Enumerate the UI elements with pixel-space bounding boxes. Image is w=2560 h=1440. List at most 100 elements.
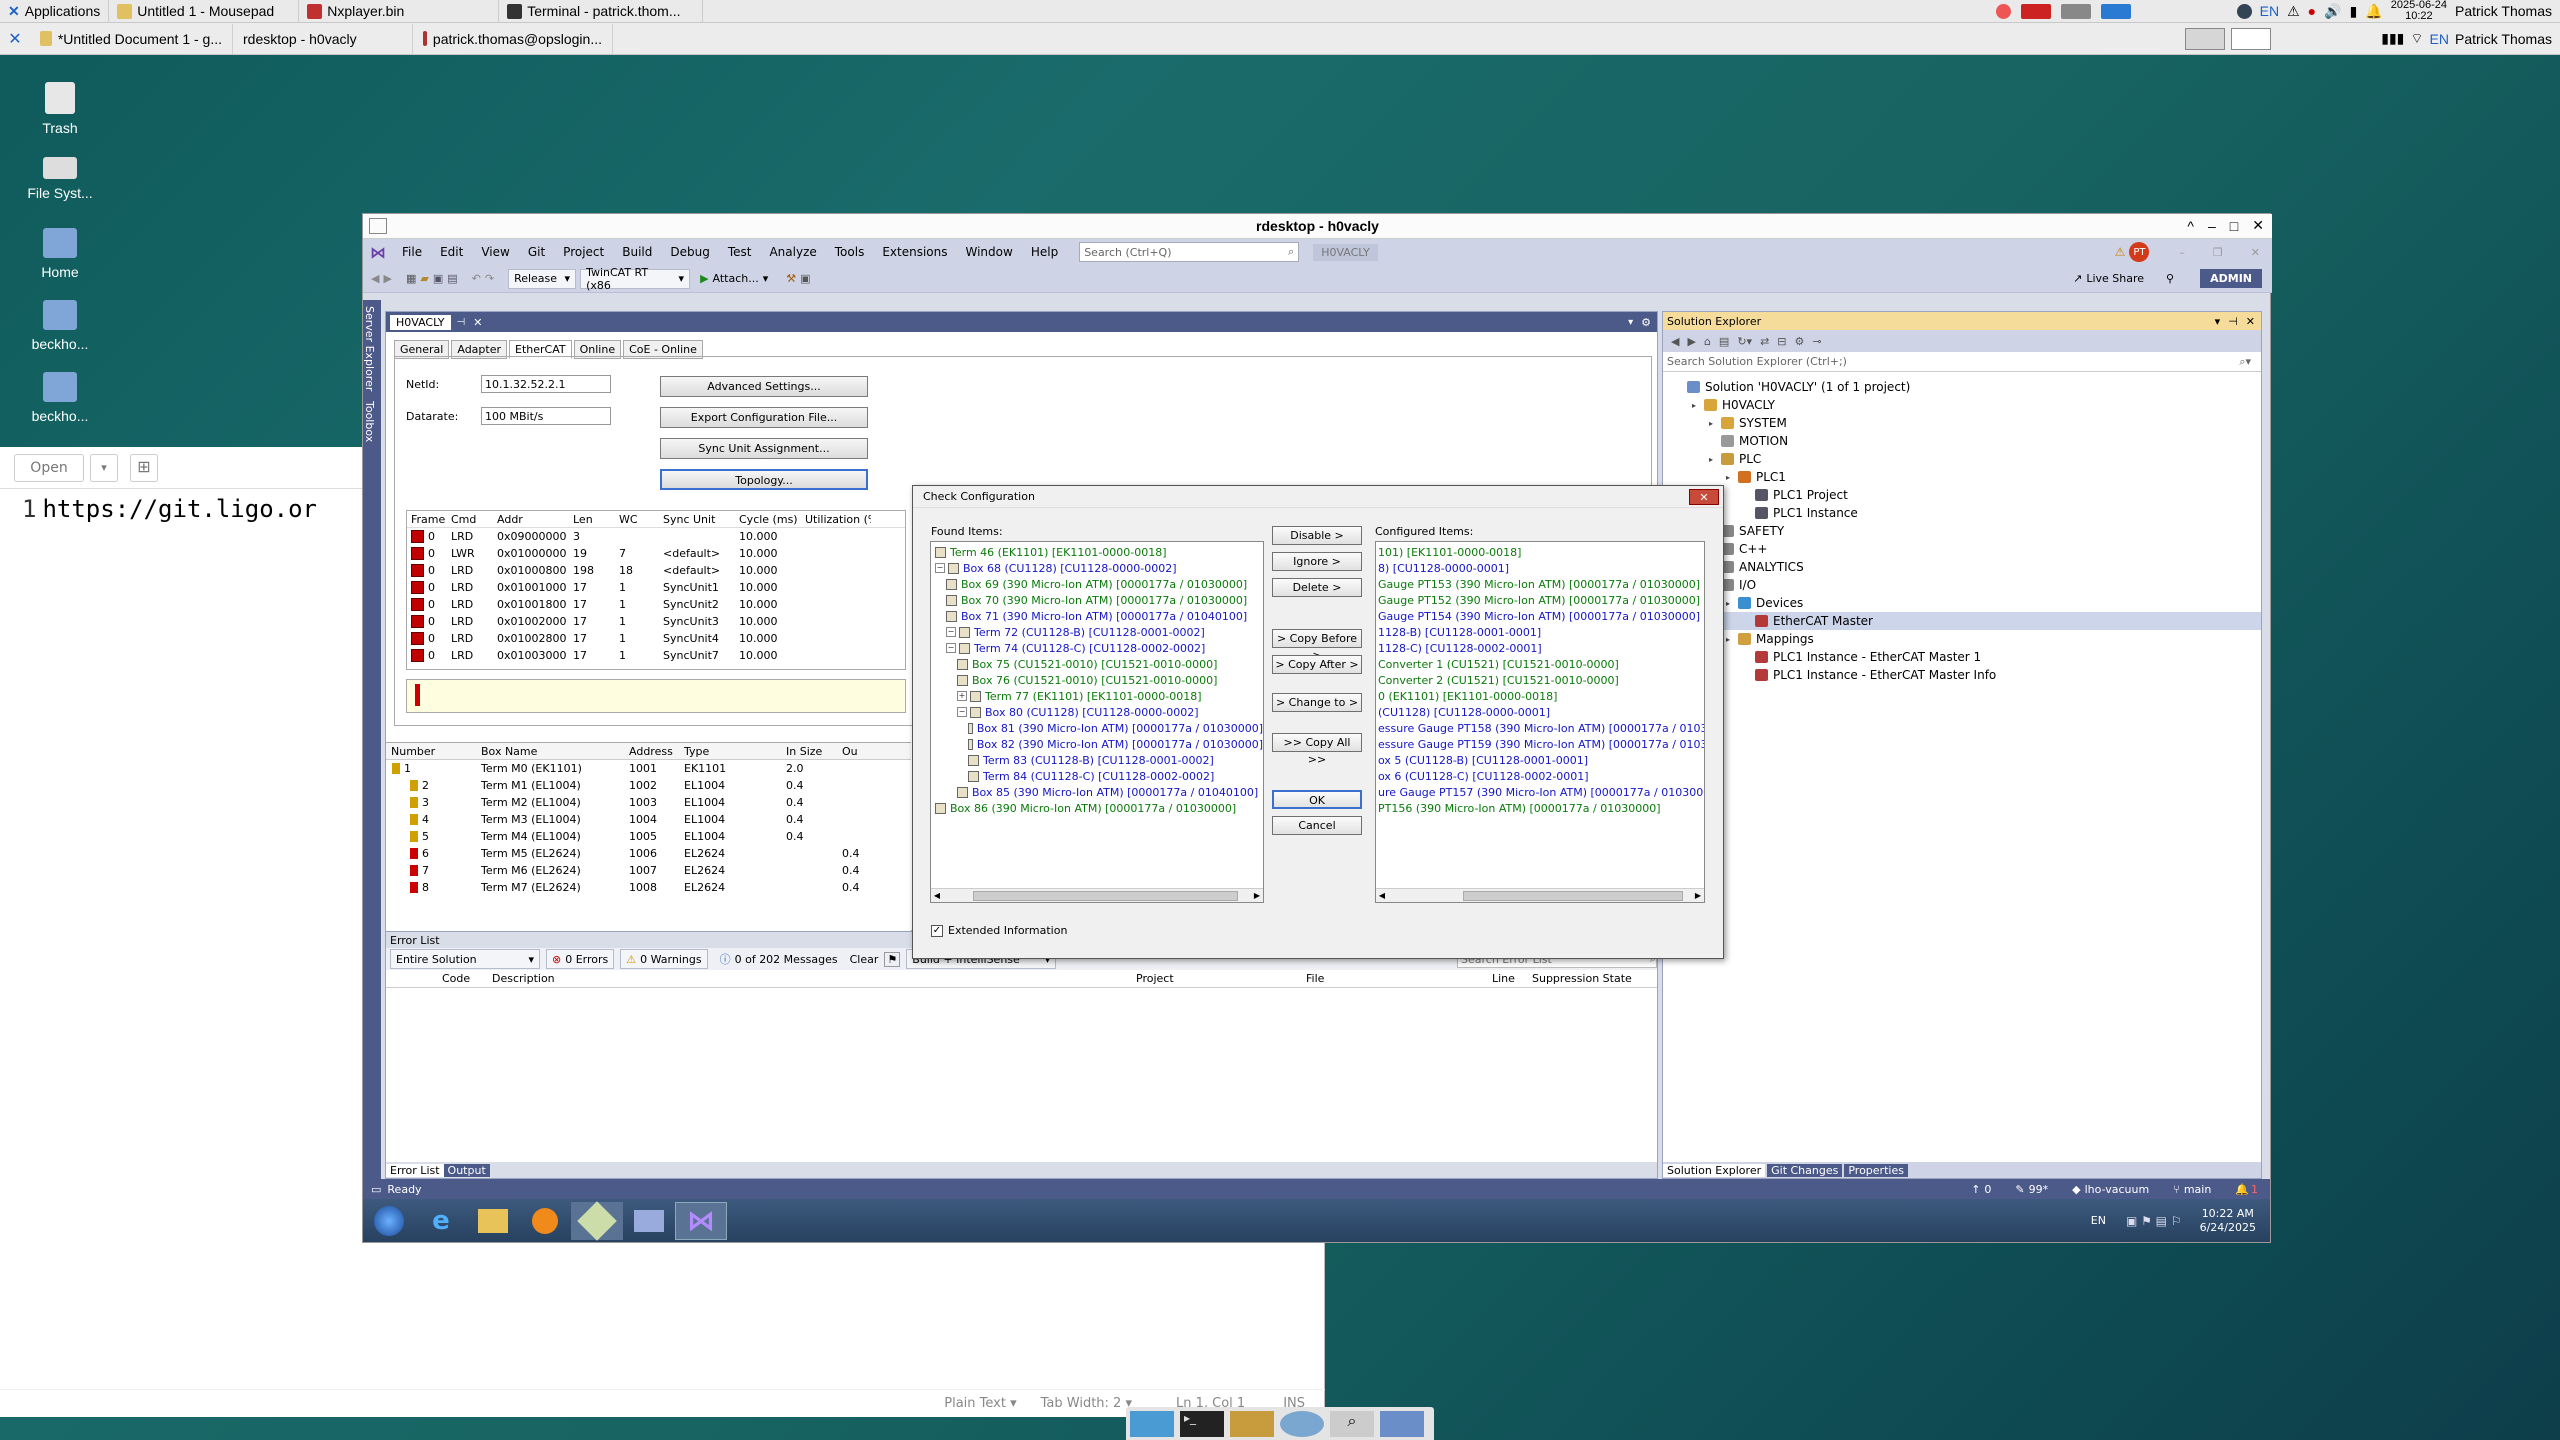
expand-arrow-icon[interactable]: ▸ [1709, 455, 1721, 464]
status-branch[interactable]: main [2184, 1183, 2211, 1196]
vs-restore-button[interactable]: ❐ [2213, 246, 2223, 259]
found-item[interactable]: Term 46 (EK1101) [EK1101-0000-0018] [933, 544, 1263, 560]
found-item[interactable]: Box 82 (390 Micro-Ion ATM) [0000177a / 0… [933, 736, 1263, 752]
frames-col-header[interactable]: Len [569, 513, 615, 526]
workspace-1[interactable] [2185, 27, 2226, 50]
change-to-button[interactable]: > Change to > [1272, 693, 1362, 712]
vs-search-box[interactable]: Search (Ctrl+Q) ⌕ [1079, 242, 1300, 262]
workspace-2[interactable] [2231, 27, 2272, 50]
toolbar-misc-icon[interactable]: ▣ [800, 272, 810, 285]
found-item[interactable]: Box 75 (CU1521-0010) [CU1521-0010-0000] [933, 656, 1263, 672]
frame-row[interactable]: 0 LRD 0x01001800 17 1 SyncUnit2 10.000 [407, 596, 905, 613]
menu-test[interactable]: Test [719, 245, 761, 259]
menu-file[interactable]: File [393, 245, 431, 259]
se-tree-item[interactable]: ▸ Mappings [1663, 630, 2261, 648]
found-item[interactable]: − Term 72 (CU1128-B) [CU1128-0001-0002] [933, 624, 1263, 640]
topology-button[interactable]: Topology... [660, 469, 868, 490]
attach-button[interactable]: ▶ Attach... ▾ [700, 272, 768, 285]
expand-arrow-icon[interactable]: ▸ [1726, 473, 1738, 482]
found-item[interactable]: Term 83 (CU1128-B) [CU1128-0001-0002] [933, 752, 1263, 768]
menu-edit[interactable]: Edit [431, 245, 472, 259]
se-tree-item[interactable]: PLC1 Instance - EtherCAT Master 1 [1663, 648, 2261, 666]
se-tree-item[interactable]: PLC1 Project [1663, 486, 2261, 504]
expand-arrow-icon[interactable]: ▸ [1692, 401, 1704, 410]
open-button[interactable]: Open [14, 453, 84, 482]
found-item[interactable]: − Term 74 (CU1128-C) [CU1128-0002-0002] [933, 640, 1263, 656]
menu-tools[interactable]: Tools [826, 245, 874, 259]
menu-help[interactable]: Help [1022, 245, 1067, 259]
avatar[interactable]: PT [2129, 242, 2150, 262]
expand-toggle-icon[interactable]: − [957, 707, 967, 717]
dock-folder-icon[interactable] [1380, 1410, 1424, 1437]
configured-item[interactable]: 8) [CU1128-0000-0001] [1378, 560, 1704, 576]
found-items-tree[interactable]: Term 46 (EK1101) [EK1101-0000-0018] − Box … [930, 541, 1264, 903]
lang-indicator[interactable]: EN [2260, 3, 2279, 19]
copy-after-button[interactable]: > Copy After > [1272, 655, 1362, 674]
copy-all-button[interactable]: >> Copy All >> [1272, 733, 1362, 766]
clear-button[interactable]: Clear [850, 953, 879, 966]
se-tab-properties[interactable]: Properties [1844, 1163, 1908, 1177]
copy-before-button[interactable]: > Copy Before > [1272, 629, 1362, 662]
device-col-header[interactable]: Type [679, 745, 781, 758]
frame-row[interactable]: 0 LRD 0x09000000 3 10.000 [407, 528, 905, 545]
status-repo[interactable]: lho-vacuum [2085, 1183, 2150, 1196]
frame-row[interactable]: 0 LRD 0x01002000 17 1 SyncUnit3 10.000 [407, 613, 905, 630]
frames-col-header[interactable]: Addr [493, 513, 569, 526]
col-file[interactable]: File [1306, 972, 1324, 985]
configured-item[interactable]: Gauge PT154 (390 Micro-Ion ATM) [0000177… [1378, 608, 1704, 624]
tasklist-rdesktop[interactable]: rdesktop - h0vacly [233, 23, 413, 54]
output-tab[interactable]: Output [443, 1163, 490, 1177]
col-suppression[interactable]: Suppression State [1532, 972, 1632, 985]
advanced-settings-button[interactable]: Advanced Settings... [660, 376, 868, 397]
se-tree-item[interactable]: C++ [1663, 540, 2261, 558]
menu-debug[interactable]: Debug [661, 245, 718, 259]
device-col-header[interactable]: Box Name [476, 745, 624, 758]
device-row[interactable]: 1 Term M0 (EK1101) 1001 EK1101 2.0 [386, 760, 911, 777]
close-button[interactable]: ✕ [2252, 217, 2264, 234]
win-lang[interactable]: EN [2091, 1214, 2106, 1227]
configured-item[interactable]: essure Gauge PT159 (390 Micro-Ion ATM) [… [1378, 736, 1704, 752]
menu-analyze[interactable]: Analyze [760, 245, 825, 259]
tasklist-ssh[interactable]: patrick.thomas@opslogin... [413, 23, 613, 54]
device-col-header[interactable]: In Size [781, 745, 837, 758]
desktop-icon-filesystem[interactable]: File Syst... [15, 157, 105, 201]
user-name[interactable]: Patrick Thomas [2455, 3, 2552, 19]
menu-build[interactable]: Build [613, 245, 661, 259]
extended-info-option[interactable]: ✓ Extended Information [931, 924, 1067, 937]
device-row[interactable]: 4 Term M3 (EL1004) 1004 EL1004 0.4 [386, 811, 911, 828]
dock-terminal-icon[interactable]: ▸_ [1180, 1410, 1224, 1437]
cancel-button[interactable]: Cancel [1272, 816, 1362, 835]
device-row[interactable]: 3 Term M2 (EL1004) 1003 EL1004 0.4 [386, 794, 911, 811]
task-nxplayer[interactable]: Nxplayer.bin [298, 0, 498, 23]
user-name-2[interactable]: Patrick Thomas [2455, 31, 2552, 47]
signal-icon[interactable]: ▮▮▮ [2381, 30, 2404, 47]
volume-icon[interactable]: 🔊 [2324, 3, 2341, 20]
found-item[interactable]: Box 76 (CU1521-0010) [CU1521-0010-0000] [933, 672, 1263, 688]
frame-row[interactable]: 0 LRD 0x01000800 198 18 <default> 10.000 [407, 562, 905, 579]
live-share-button[interactable]: ↗ Live Share [2073, 272, 2144, 285]
frames-col-header[interactable]: Sync Unit [659, 513, 735, 526]
se-tab-solution[interactable]: Solution Explorer [1663, 1163, 1766, 1177]
scroll-right-icon[interactable]: ▶ [1251, 891, 1263, 900]
found-item[interactable]: − Box 68 (CU1128) [CU1128-0000-0002] [933, 560, 1263, 576]
ignore-button[interactable]: Ignore > [1272, 552, 1362, 571]
dialog-close-button[interactable]: ✕ [1689, 488, 1719, 505]
frames-col-header[interactable]: Cmd [447, 513, 493, 526]
expand-toggle-icon[interactable]: − [946, 643, 956, 653]
desktop-icon-beckhoff-2[interactable]: beckho... [15, 372, 105, 424]
configured-item[interactable]: Converter 1 (CU1521) [CU1521-0010-0000] [1378, 656, 1704, 672]
pin-icon[interactable]: ⊣ [457, 317, 466, 328]
feedback-icon[interactable]: ⚲ [2166, 272, 2174, 285]
back-icon[interactable]: ◀ [371, 272, 379, 285]
media-player-icon[interactable] [519, 1202, 571, 1240]
maximize-button[interactable]: □ [2230, 218, 2238, 234]
found-scroll-thumb[interactable] [973, 890, 1238, 901]
configured-item[interactable]: PT156 (390 Micro-Ion ATM) [0000177a / 01… [1378, 800, 1704, 816]
open-recent-dropdown[interactable]: ▾ [90, 453, 118, 482]
col-project[interactable]: Project [1136, 972, 1174, 985]
warnings-filter-button[interactable]: ⚠ 0 Warnings [620, 949, 708, 969]
netid-field[interactable]: 10.1.32.52.2.1 [481, 375, 611, 393]
status-notification-count[interactable]: 1 [2251, 1183, 2258, 1196]
export-config-button[interactable]: Export Configuration File... [660, 407, 868, 428]
frame-row[interactable]: 0 LRD 0x01003000 17 1 SyncUnit7 10.000 [407, 647, 905, 664]
